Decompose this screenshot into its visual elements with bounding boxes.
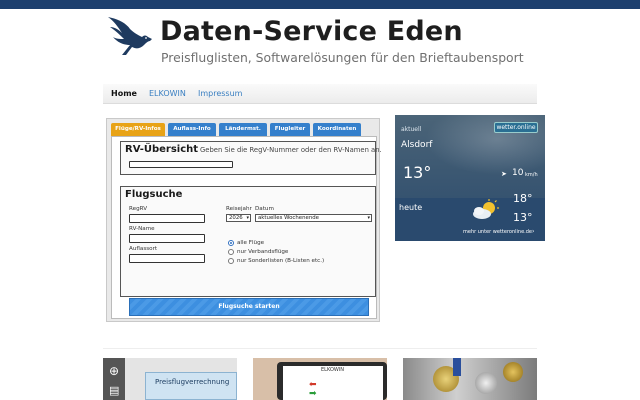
- flugsuche-box: Flugsuche RegRV RV-Name Auflassort Reise…: [120, 186, 376, 297]
- medal-icon: [503, 362, 523, 382]
- radio-sonderlisten-label: nur Sonderlisten (B-Listen etc.): [237, 258, 325, 264]
- tab-auflass-info[interactable]: Auflass-Info: [168, 123, 216, 136]
- arrow-right-icon: ➡: [309, 389, 317, 399]
- rv-hint: Geben Sie die RegV-Nummer oder den RV-Na…: [200, 146, 382, 154]
- wind-arrow-icon: ➤: [501, 170, 507, 178]
- weather-temp-now: 13°: [403, 163, 432, 182]
- radio-alle-fluege-label: alle Flüge: [237, 240, 265, 246]
- rv-search-input[interactable]: [129, 161, 233, 168]
- rv-overview-box: RV-Übersicht Geben Sie die RegV-Nummer o…: [120, 141, 382, 175]
- tab-flugleiter[interactable]: Flugleiter: [270, 123, 310, 136]
- main-nav: Home ELKOWIN Impressum: [103, 84, 537, 104]
- radio-verbandsfluege-label: nur Verbandsflüge: [237, 249, 289, 255]
- top-bar: [0, 0, 640, 9]
- weather-city: Alsdorf: [401, 140, 433, 150]
- weather-today-label: heute: [399, 203, 423, 212]
- datum-select[interactable]: aktuelles Wochenende ▾: [255, 214, 372, 222]
- weather-temp-low: 13°: [513, 211, 533, 224]
- book-icon: ▤: [109, 384, 120, 397]
- chevron-down-icon: ▾: [246, 215, 249, 221]
- rvname-input[interactable]: [129, 234, 205, 243]
- tab-koordinaten[interactable]: Koordinaten: [313, 123, 361, 136]
- reisejahr-label: Reisejahr: [226, 206, 252, 212]
- nav-elkowin[interactable]: ELKOWIN: [149, 89, 186, 98]
- reisejahr-value: 2026: [229, 215, 243, 221]
- weather-more-link[interactable]: mehr unter wetteronline.de: [463, 229, 532, 235]
- globe-icon: ⊕: [109, 364, 120, 378]
- nav-home[interactable]: Home: [111, 89, 137, 98]
- tab-fluege-rv-infos[interactable]: Flüge/RV-Infos: [111, 123, 165, 136]
- card-elkowin[interactable]: ELKOWIN ⬅ ➡: [253, 358, 387, 400]
- card-medals[interactable]: [403, 358, 537, 400]
- rvname-label: RV-Name: [129, 226, 155, 232]
- chevron-right-icon: ›: [532, 228, 535, 235]
- regrv-input[interactable]: [129, 214, 205, 223]
- weather-temp-high: 18°: [513, 192, 533, 205]
- weather-widget[interactable]: aktuell wetter.online Alsdorf 13° ➤ 10 k…: [395, 115, 545, 241]
- site-title[interactable]: Daten-Service Eden: [160, 16, 463, 47]
- radio-alle-fluege[interactable]: [228, 240, 234, 246]
- datum-label: Datum: [255, 206, 274, 212]
- radio-sonderlisten[interactable]: [228, 258, 234, 264]
- chevron-down-icon: ▾: [367, 215, 370, 221]
- radio-verbandsfluege[interactable]: [228, 249, 234, 255]
- card-caption: Preisflugverrechnung: [155, 378, 230, 386]
- nav-impressum[interactable]: Impressum: [198, 89, 242, 98]
- auflassort-input[interactable]: [129, 254, 205, 263]
- weather-wind-unit: km/h: [525, 172, 538, 178]
- sun-cloud-icon: [473, 199, 499, 219]
- rv-title: RV-Übersicht: [125, 144, 199, 155]
- card-caption: ELKOWIN: [321, 367, 345, 373]
- regrv-label: RegRV: [129, 206, 148, 212]
- auflassort-label: Auflassort: [129, 246, 158, 252]
- reisejahr-select[interactable]: 2026 ▾: [226, 214, 251, 222]
- tab-laendermst[interactable]: Ländermst.: [219, 123, 267, 136]
- datum-value: aktuelles Wochenende: [258, 215, 320, 221]
- site-subtitle: Preisfluglisten, Softwarelösungen für de…: [161, 50, 524, 65]
- wetteronline-logo[interactable]: wetter.online: [494, 122, 538, 133]
- weather-wind: 10: [512, 168, 524, 178]
- flugsuche-start-button[interactable]: Flugsuche starten: [129, 298, 369, 316]
- flugsuche-title: Flugsuche: [125, 189, 183, 200]
- weather-now-label: aktuell: [401, 126, 422, 133]
- tab-content: RV-Übersicht Geben Sie die RegV-Nummer o…: [111, 136, 382, 319]
- search-panel: Flüge/RV-Infos Auflass-Info Ländermst. F…: [106, 118, 382, 322]
- card-preisflugverrechnung[interactable]: ⊕ ▤ Preisflugverrechnung: [103, 358, 237, 400]
- dove-logo-icon[interactable]: [104, 13, 154, 61]
- medal-icon: [475, 372, 497, 394]
